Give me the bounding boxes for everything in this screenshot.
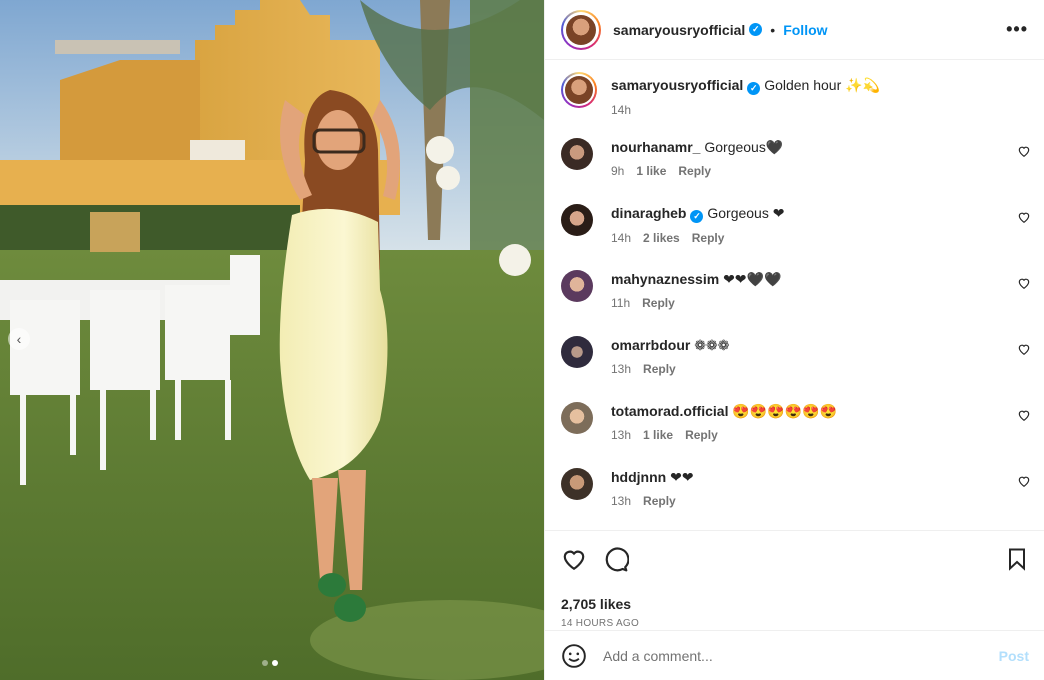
carousel-dot	[262, 660, 268, 666]
comment-text: Gorgeous ❤	[707, 205, 785, 221]
commenter-avatar[interactable]	[561, 270, 593, 302]
save-bookmark-icon[interactable]	[1005, 547, 1029, 571]
post-image[interactable]: ‹	[0, 0, 544, 680]
reply-button[interactable]: Reply	[685, 428, 718, 442]
author-avatar-ring[interactable]	[561, 9, 601, 50]
comment-like-heart-icon[interactable]	[1017, 474, 1031, 488]
comment-timestamp[interactable]: 13h	[611, 362, 631, 376]
comment-like-heart-icon[interactable]	[1017, 144, 1031, 158]
caption-text: Golden hour ✨💫	[764, 77, 880, 93]
comment-text: ❤❤🖤🖤	[723, 271, 782, 287]
comment-row: omarrbdour ❁❁❁ 13h Reply	[561, 336, 1031, 378]
verified-badge-icon: ✓	[749, 23, 763, 36]
reply-button[interactable]: Reply	[692, 231, 725, 245]
more-options-icon[interactable]: •••	[1006, 19, 1028, 40]
comment-like-heart-icon[interactable]	[1017, 408, 1031, 422]
post-comment-button[interactable]: Post	[999, 648, 1029, 664]
author-username[interactable]: samaryousryofficial	[613, 22, 745, 38]
comment-timestamp[interactable]: 14h	[611, 231, 631, 245]
commenter-username[interactable]: mahynaznessim	[611, 271, 719, 287]
comment-text: 😍😍😍😍😍😍	[732, 403, 837, 419]
carousel-prev-button[interactable]: ‹	[8, 328, 30, 350]
comment-like-heart-icon[interactable]	[1017, 342, 1031, 356]
comment-like-heart-icon[interactable]	[1017, 210, 1031, 224]
post-header: samaryousryofficial ✓ • Follow •••	[545, 0, 1044, 60]
comment-row: hddjnnn ❤❤ 13h Reply	[561, 468, 1031, 510]
comment-likes[interactable]: 2 likes	[643, 231, 680, 245]
comment-like-heart-icon[interactable]	[1017, 276, 1031, 290]
like-heart-icon[interactable]	[561, 546, 587, 572]
commenter-username[interactable]: hddjnnn	[611, 469, 666, 485]
commenter-avatar[interactable]	[561, 402, 593, 434]
separator-dot: •	[770, 21, 776, 38]
author-avatar	[566, 14, 596, 45]
commenter-username[interactable]: nourhanamr_	[611, 139, 700, 155]
emoji-smiley-icon[interactable]	[561, 643, 587, 669]
comment-row: mahynaznessim ❤❤🖤🖤 11h Reply	[561, 270, 1031, 312]
commenter-avatar[interactable]	[561, 336, 593, 368]
reply-button[interactable]: Reply	[643, 362, 676, 376]
comment-likes[interactable]: 1 like	[636, 164, 666, 178]
commenter-avatar[interactable]	[561, 138, 593, 170]
verified-badge-icon: ✓	[690, 210, 704, 223]
comment-text: ❁❁❁	[694, 337, 730, 353]
post-photo-illustration	[0, 0, 544, 680]
comment-text: Gorgeous🖤	[704, 139, 784, 155]
comment-input[interactable]	[603, 647, 999, 664]
caption-avatar-ring[interactable]	[561, 72, 597, 108]
comment-timestamp[interactable]: 13h	[611, 428, 631, 442]
caption-row: samaryousryofficial ✓ Golden hour ✨💫 14h	[561, 72, 1031, 119]
caption-avatar	[565, 76, 593, 104]
caption-timestamp[interactable]: 14h	[611, 103, 631, 117]
comments-list[interactable]: samaryousryofficial ✓ Golden hour ✨💫 14h …	[545, 60, 1044, 530]
comment-timestamp[interactable]: 9h	[611, 164, 624, 178]
commenter-username[interactable]: totamorad.official	[611, 403, 728, 419]
verified-badge-icon: ✓	[747, 82, 761, 95]
add-comment-bar: Post	[545, 630, 1044, 680]
commenter-username[interactable]: dinaragheb	[611, 205, 686, 221]
commenter-avatar[interactable]	[561, 204, 593, 236]
comment-timestamp[interactable]: 11h	[611, 296, 630, 310]
reply-button[interactable]: Reply	[642, 296, 675, 310]
post-details-panel: samaryousryofficial ✓ • Follow ••• samar…	[544, 0, 1044, 680]
reply-button[interactable]: Reply	[643, 494, 676, 508]
comment-row: totamorad.official 😍😍😍😍😍😍 13h 1 like Reply	[561, 402, 1031, 444]
commenter-avatar[interactable]	[561, 468, 593, 500]
post-timestamp[interactable]: 14 HOURS AGO	[561, 618, 1029, 629]
likes-count[interactable]: 2,705 likes	[561, 596, 1029, 612]
comment-row: nourhanamr_ Gorgeous🖤 9h 1 like Reply	[561, 138, 1031, 180]
comment-text: ❤❤	[670, 469, 694, 485]
carousel-dot-active	[272, 660, 278, 666]
carousel-indicator	[262, 660, 278, 666]
caption-username[interactable]: samaryousryofficial	[611, 77, 743, 93]
follow-button[interactable]: Follow	[783, 22, 827, 38]
comment-likes[interactable]: 1 like	[643, 428, 673, 442]
comment-row: dinaragheb ✓ Gorgeous ❤ 14h 2 likes Reply	[561, 204, 1031, 247]
post-actions: 2,705 likes 14 HOURS AGO	[545, 530, 1044, 629]
commenter-username[interactable]: omarrbdour	[611, 337, 690, 353]
comment-timestamp[interactable]: 13h	[611, 494, 631, 508]
reply-button[interactable]: Reply	[678, 164, 711, 178]
comment-bubble-icon[interactable]	[603, 546, 629, 572]
